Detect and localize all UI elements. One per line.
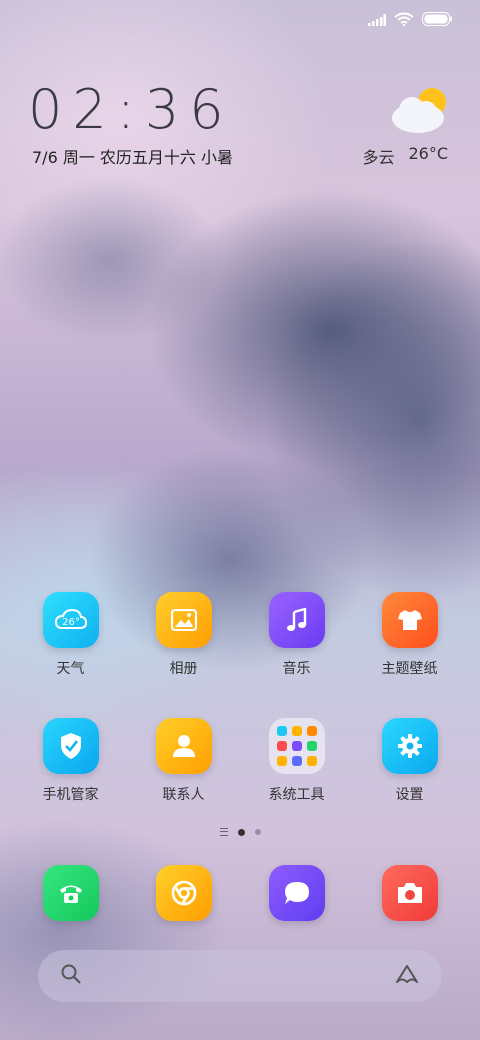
app-label-settings: 设置 xyxy=(395,787,424,803)
page-dot[interactable] xyxy=(254,829,261,835)
app-label-contacts: 联系人 xyxy=(162,787,205,803)
app-label-system-tools: 系统工具 xyxy=(268,787,325,803)
weather-app-badge: 26° xyxy=(62,617,80,628)
app-themes[interactable]: 主题壁纸 xyxy=(353,592,466,678)
dock-browser[interactable] xyxy=(127,865,240,921)
folder-icon[interactable] xyxy=(268,718,325,774)
dock-phone[interactable] xyxy=(14,865,127,921)
security-icon[interactable] xyxy=(42,718,99,774)
signal-icon xyxy=(368,11,386,30)
battery-icon xyxy=(422,11,452,30)
themes-icon[interactable] xyxy=(381,592,438,648)
app-gallery[interactable]: 相册 xyxy=(127,592,240,678)
app-weather[interactable]: 26° 天气 xyxy=(14,592,127,678)
status-bar xyxy=(368,10,452,30)
clock-time[interactable]: 02:36 xyxy=(28,78,234,141)
app-music[interactable]: 音乐 xyxy=(240,592,353,678)
assistant-icon[interactable] xyxy=(394,963,420,989)
app-label-weather: 天气 xyxy=(56,661,85,677)
app-security[interactable]: 手机管家 xyxy=(14,718,127,804)
messages-icon[interactable] xyxy=(268,865,325,921)
app-label-music: 音乐 xyxy=(282,661,311,677)
app-contacts[interactable]: 联系人 xyxy=(127,718,240,804)
dock-messages[interactable] xyxy=(240,865,353,921)
gallery-icon[interactable] xyxy=(155,592,212,648)
weather-temperature: 26°C xyxy=(408,144,448,163)
page-dot-active[interactable] xyxy=(237,828,245,836)
app-drawer-lines-icon[interactable] xyxy=(219,828,228,836)
settings-icon[interactable] xyxy=(381,718,438,774)
partly-cloudy-icon[interactable] xyxy=(390,86,450,136)
contacts-icon[interactable] xyxy=(155,718,212,774)
app-label-gallery: 相册 xyxy=(169,661,198,677)
search-icon[interactable] xyxy=(60,963,82,989)
phone-icon[interactable] xyxy=(42,865,99,921)
camera-icon[interactable] xyxy=(381,865,438,921)
date-text[interactable]: 7/6 周一 农历五月十六 小暑 xyxy=(32,144,233,168)
app-system-tools[interactable]: 系统工具 xyxy=(240,718,353,804)
page-indicator[interactable] xyxy=(0,828,480,836)
music-icon[interactable] xyxy=(268,592,325,648)
dock xyxy=(0,865,480,921)
weather-summary[interactable]: 多云 26°C xyxy=(362,144,448,168)
app-settings[interactable]: 设置 xyxy=(353,718,466,804)
dock-camera[interactable] xyxy=(353,865,466,921)
app-label-themes: 主题壁纸 xyxy=(381,661,438,677)
browser-icon[interactable] xyxy=(155,865,212,921)
weather-condition: 多云 xyxy=(362,148,395,167)
app-row-1: 26° 天气 相册 音乐 主题壁纸 xyxy=(0,592,480,678)
app-label-security: 手机管家 xyxy=(42,787,99,803)
search-bar[interactable] xyxy=(38,950,442,1002)
wifi-icon xyxy=(394,11,414,30)
weather-app-icon[interactable]: 26° xyxy=(42,592,99,648)
app-row-2: 手机管家 联系人 系统工具 设置 xyxy=(0,718,480,804)
